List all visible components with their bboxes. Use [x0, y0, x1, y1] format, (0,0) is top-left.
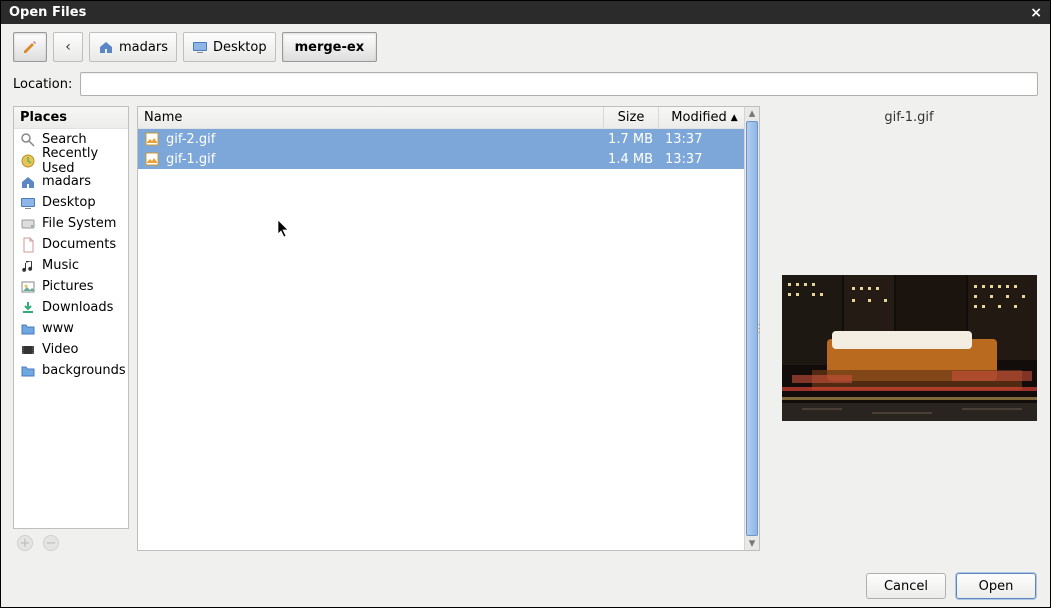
file-size: 1.4 MB — [604, 152, 659, 167]
places-item[interactable]: Video — [14, 339, 128, 360]
places-item[interactable]: Music — [14, 255, 128, 276]
file-name: gif-2.gif — [166, 132, 215, 147]
preview-image — [782, 275, 1037, 421]
sort-asc-icon: ▲ — [731, 113, 738, 123]
recent-icon — [20, 153, 36, 169]
pencil-icon — [22, 39, 38, 55]
chevron-left-icon: ‹ — [65, 39, 71, 55]
file-modified: 13:37 — [659, 152, 744, 167]
column-size[interactable]: Size — [604, 107, 659, 128]
column-name[interactable]: Name — [138, 107, 604, 128]
file-size: 1.7 MB — [604, 132, 659, 147]
music-icon — [20, 258, 36, 274]
preview-filename: gif-1.gif — [884, 110, 933, 125]
file-row[interactable]: gif-1.gif 1.4 MB 13:37 — [138, 149, 744, 169]
drive-icon — [20, 216, 36, 232]
folder-icon — [20, 363, 36, 379]
desktop-icon — [192, 39, 208, 55]
location-row: Location: — [1, 66, 1050, 106]
places-item[interactable]: Desktop — [14, 192, 128, 213]
files-panel: Name Size Modified ▲ gif-2.gif 1.7 MB 13… — [137, 106, 760, 551]
breadcrumb-label: Desktop — [213, 40, 267, 55]
add-place-button[interactable]: + — [17, 535, 33, 551]
breadcrumb-toolbar: ‹ madars Desktop merge-ex — [1, 24, 1050, 66]
video-icon — [20, 342, 36, 358]
breadcrumb-label: madars — [119, 40, 168, 55]
places-item-label: www — [42, 321, 74, 336]
desktop-icon — [20, 195, 36, 211]
places-header: Places — [14, 107, 128, 129]
close-icon[interactable]: × — [1030, 5, 1042, 21]
file-name: gif-1.gif — [166, 152, 215, 167]
places-item[interactable]: www — [14, 318, 128, 339]
file-row[interactable]: gif-2.gif 1.7 MB 13:37 — [138, 129, 744, 149]
search-icon — [20, 132, 36, 148]
places-item[interactable]: Pictures — [14, 276, 128, 297]
places-item[interactable]: backgrounds — [14, 360, 128, 381]
places-item-label: Pictures — [42, 279, 93, 294]
breadcrumb-current[interactable]: merge-ex — [282, 32, 378, 62]
file-modified: 13:37 — [659, 132, 744, 147]
column-modified[interactable]: Modified ▲ — [659, 107, 744, 128]
places-item-label: Recently Used — [42, 146, 122, 176]
scroll-down-icon[interactable]: ▾ — [745, 537, 759, 550]
back-button[interactable]: ‹ — [53, 32, 83, 62]
scroll-up-icon[interactable]: ▴ — [745, 107, 759, 120]
location-label: Location: — [13, 77, 72, 92]
edit-path-button[interactable] — [13, 32, 47, 62]
files-body[interactable]: gif-2.gif 1.7 MB 13:37 gif-1.gif 1.4 MB … — [138, 129, 744, 550]
image-file-icon — [144, 131, 160, 147]
home-icon — [20, 174, 36, 190]
places-item-label: File System — [42, 216, 116, 231]
preview-panel: gif-1.gif — [768, 106, 1038, 551]
places-item[interactable]: Downloads — [14, 297, 128, 318]
places-item-label: Desktop — [42, 195, 96, 210]
places-item-label: Video — [42, 342, 78, 357]
files-header: Name Size Modified ▲ — [138, 107, 744, 129]
pictures-icon — [20, 279, 36, 295]
places-list: SearchRecently UsedmadarsDesktopFile Sys… — [14, 129, 128, 381]
window-title: Open Files — [9, 5, 86, 20]
places-column: Places SearchRecently UsedmadarsDesktopF… — [13, 106, 129, 551]
places-item-label: Downloads — [42, 300, 113, 315]
breadcrumb-madars[interactable]: madars — [89, 32, 177, 62]
panel-resize-grip[interactable] — [755, 314, 761, 344]
download-icon — [20, 300, 36, 316]
places-item[interactable]: Documents — [14, 234, 128, 255]
cancel-button[interactable]: Cancel — [866, 573, 946, 599]
open-button[interactable]: Open — [956, 573, 1036, 599]
breadcrumb-desktop[interactable]: Desktop — [183, 32, 276, 62]
places-item-label: Music — [42, 258, 79, 273]
location-input[interactable] — [80, 72, 1038, 96]
places-item[interactable]: Recently Used — [14, 150, 128, 171]
breadcrumb-label: merge-ex — [295, 40, 365, 55]
titlebar: Open Files × — [1, 1, 1050, 24]
places-item[interactable]: File System — [14, 213, 128, 234]
places-item-label: madars — [42, 174, 91, 189]
home-icon — [98, 39, 114, 55]
remove-place-button[interactable]: − — [43, 535, 59, 551]
places-item-label: backgrounds — [42, 363, 126, 378]
doc-icon — [20, 237, 36, 253]
image-file-icon — [144, 151, 160, 167]
dialog-buttons: Cancel Open — [866, 573, 1036, 599]
folder-icon — [20, 321, 36, 337]
places-item-label: Documents — [42, 237, 116, 252]
